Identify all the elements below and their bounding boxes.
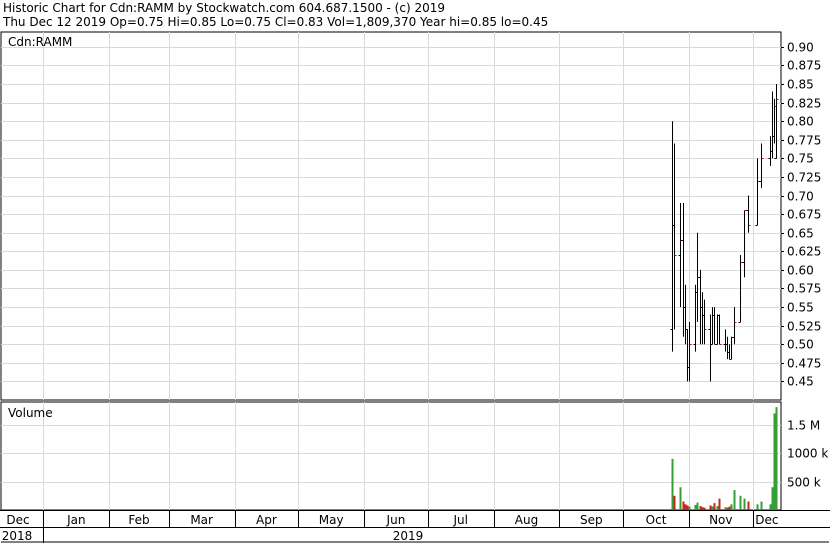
price-tick-label: 0.525 [787,320,821,334]
month-label: May [319,513,344,527]
volume-tick-label: 1000 k [787,447,828,461]
month-label: Dec [6,513,29,527]
month-label: Nov [709,513,732,527]
month-label: Dec [755,513,778,527]
price-tick-label: 0.775 [787,134,821,148]
price-tick-label: 0.625 [787,245,821,259]
price-tick-label: 0.825 [787,97,821,111]
month-label: Aug [515,513,538,527]
price-axis: 0.45 0.475 0.50 0.525 0.55 0.575 0.60 0.625 0.65… [781,41,821,389]
volume-axis: 500 k 1000 k 1.5 M [787,419,828,490]
month-label: Jun [386,513,406,527]
month-axis: Dec Jan Feb Mar Apr May Jun Jul Aug Sep Oct Nov Dec [0,510,830,528]
price-tick-label: 0.75 [787,152,814,166]
price-tick-label: 0.90 [787,41,814,55]
month-label: Jan [66,513,86,527]
symbol-label: Cdn:RAMM [8,35,72,49]
month-label: Feb [128,513,149,527]
price-tick-label: 0.70 [787,190,814,204]
price-tick-label: 0.575 [787,282,821,296]
price-tick-label: 0.60 [787,264,814,278]
month-label: Sep [580,513,603,527]
price-tick-label: 0.875 [787,59,821,73]
price-tick-label: 0.55 [787,301,814,315]
price-tick-label: 0.675 [787,208,821,222]
price-tick-label: 0.50 [787,338,814,352]
volume-tick-label: 500 k [787,476,821,490]
year-label: 2018 [2,529,33,543]
month-label: Jul [452,513,467,527]
month-label: Mar [190,513,213,527]
price-tick-label: 0.45 [787,375,814,389]
volume-panel [0,401,782,511]
month-label: Apr [256,513,277,527]
volume-label: Volume [8,406,53,420]
price-tick-label: 0.725 [787,171,821,185]
price-tick-label: 0.85 [787,78,814,92]
price-tick-label: 0.475 [787,357,821,371]
stock-chart: 0.45 0.475 0.50 0.525 0.55 0.575 0.60 0.625 0.65… [0,31,830,543]
volume-tick-label: 1.5 M [787,419,820,433]
month-label: Oct [646,513,667,527]
year-axis: 2018 2019 [2,527,424,543]
price-tick-label: 0.80 [787,115,814,129]
price-tick-label: 0.65 [787,227,814,241]
year-label: 2019 [393,529,424,543]
